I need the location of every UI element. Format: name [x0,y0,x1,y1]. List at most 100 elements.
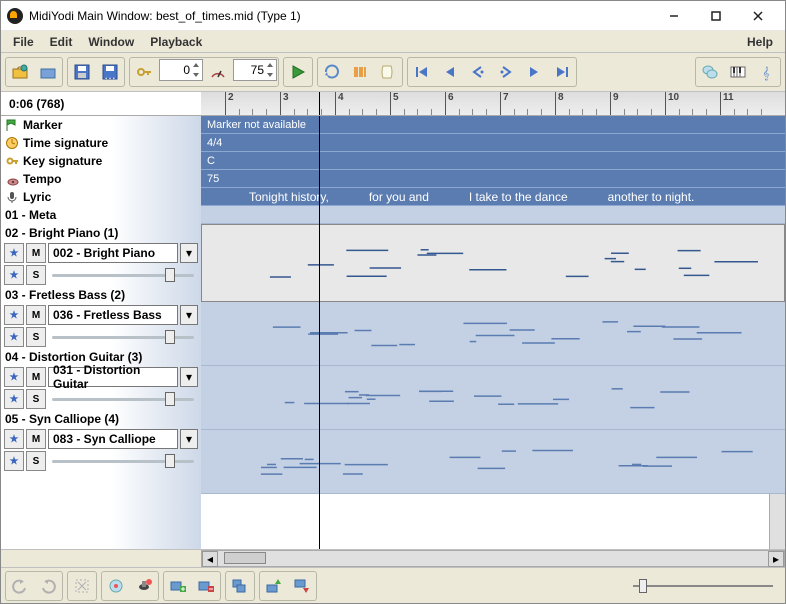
minimize-button[interactable] [653,2,695,30]
chat-button[interactable] [697,59,723,85]
info-tempo: Tempo [1,170,201,188]
solo-button[interactable]: S [26,451,46,471]
menu-window[interactable]: Window [80,33,142,51]
hscroll-left-arrow[interactable]: ◂ [202,551,218,567]
piano-button[interactable] [725,59,751,85]
menu-bar: File Edit Window Playback Help [1,31,785,53]
zoom-slider[interactable] [633,577,773,595]
solo-button[interactable]: S [26,327,46,347]
hscroll-thumb[interactable] [224,552,266,564]
redo-button[interactable] [35,573,61,599]
solo-button[interactable]: S [26,265,46,285]
track-lane[interactable] [201,206,785,224]
favorite-button[interactable]: ★ [4,429,24,449]
track-lane[interactable] [201,302,785,366]
marker-icon [5,118,19,132]
delete-button[interactable] [69,573,95,599]
mute-button[interactable]: M [26,305,46,325]
midi-input-button[interactable] [131,573,157,599]
favorite-button[interactable]: ★ [4,367,24,387]
mute-button[interactable]: M [26,429,46,449]
tempo-value: 75 [251,63,264,77]
save-button[interactable] [69,59,95,85]
horizontal-scrollbar[interactable]: ◂ ▸ [201,550,785,567]
instrument-dropdown-icon[interactable]: ▾ [180,367,198,387]
menu-edit[interactable]: Edit [42,33,81,51]
step-fwd-button[interactable] [521,59,547,85]
menu-file[interactable]: File [5,33,42,51]
clef-button[interactable]: 𝄞 [753,59,779,85]
instrument-dropdown-icon[interactable]: ▾ [180,429,198,449]
track-lane[interactable] [201,430,785,494]
volume-slider[interactable] [48,328,198,346]
mute-button[interactable]: M [26,367,46,387]
close-button[interactable] [737,2,779,30]
track-header[interactable]: 03 - Fretless Bass (2) [1,286,201,304]
key-button[interactable] [131,59,157,85]
menu-help[interactable]: Help [739,33,781,51]
open-button[interactable] [7,59,33,85]
time-display: 0:06 (768) [1,92,201,115]
tempo-input[interactable]: 75 [233,59,277,81]
scroll-lock-button[interactable] [375,59,401,85]
ruler[interactable]: 234567891011 [201,92,785,115]
status-bar [1,567,785,603]
info-lane: Tonight history,for you andI take to the… [201,188,785,206]
track-header[interactable]: 01 - Meta [1,206,201,224]
track-content-panel[interactable]: Marker not available4/4C75Tonight histor… [201,116,785,549]
save-as-button[interactable]: … [97,59,123,85]
instrument-dropdown-icon[interactable]: ▾ [180,305,198,325]
record-button[interactable] [103,573,129,599]
transpose-value: 0 [183,63,190,77]
loop-button[interactable] [319,59,345,85]
volume-slider[interactable] [48,452,198,470]
work-area: 0:06 (768) 234567891011 MarkerTime signa… [1,92,785,549]
add-track-button[interactable] [165,573,191,599]
favorite-button[interactable]: ★ [4,451,24,471]
track-header[interactable]: 02 - Bright Piano (1) [1,224,201,242]
volume-slider[interactable] [48,390,198,408]
next-marker-button[interactable] [493,59,519,85]
info-clock: Time signature [1,134,201,152]
ruler-tick [321,109,324,115]
ruler-tick [637,109,640,115]
info-mic: Lyric [1,188,201,206]
loop-region-button[interactable] [347,59,373,85]
favorite-button[interactable]: ★ [4,305,24,325]
undo-button[interactable] [7,573,33,599]
step-back-button[interactable] [437,59,463,85]
menu-playback[interactable]: Playback [142,33,210,51]
go-end-button[interactable] [549,59,575,85]
track-lane[interactable] [201,366,785,430]
ruler-tick [294,109,297,115]
ruler-tick [431,109,434,115]
copy-track-button[interactable] [227,573,253,599]
instrument-select[interactable]: 031 - Distortion Guitar [48,367,178,387]
hscroll-right-arrow[interactable]: ▸ [768,551,784,567]
svg-text:…: … [104,68,116,81]
instrument-select[interactable]: 002 - Bright Piano [48,243,178,263]
play-button[interactable] [285,59,311,85]
move-down-button[interactable] [289,573,315,599]
maximize-button[interactable] [695,2,737,30]
go-start-button[interactable] [409,59,435,85]
favorite-button[interactable]: ★ [4,389,24,409]
instrument-select[interactable]: 036 - Fretless Bass [48,305,178,325]
favorite-button[interactable]: ★ [4,327,24,347]
solo-button[interactable]: S [26,389,46,409]
track-header[interactable]: 05 - Syn Calliope (4) [1,410,201,428]
instrument-select[interactable]: 083 - Syn Calliope [48,429,178,449]
remove-track-button[interactable] [193,573,219,599]
favorite-button[interactable]: ★ [4,265,24,285]
prev-marker-button[interactable] [465,59,491,85]
instrument-dropdown-icon[interactable]: ▾ [180,243,198,263]
ruler-tick [761,109,764,115]
track-lane[interactable] [201,224,785,302]
transpose-input[interactable]: 0 [159,59,203,81]
info-lane: 4/4 [201,134,785,152]
favorite-button[interactable]: ★ [4,243,24,263]
recent-button[interactable] [35,59,61,85]
volume-slider[interactable] [48,266,198,284]
move-up-button[interactable] [261,573,287,599]
mute-button[interactable]: M [26,243,46,263]
